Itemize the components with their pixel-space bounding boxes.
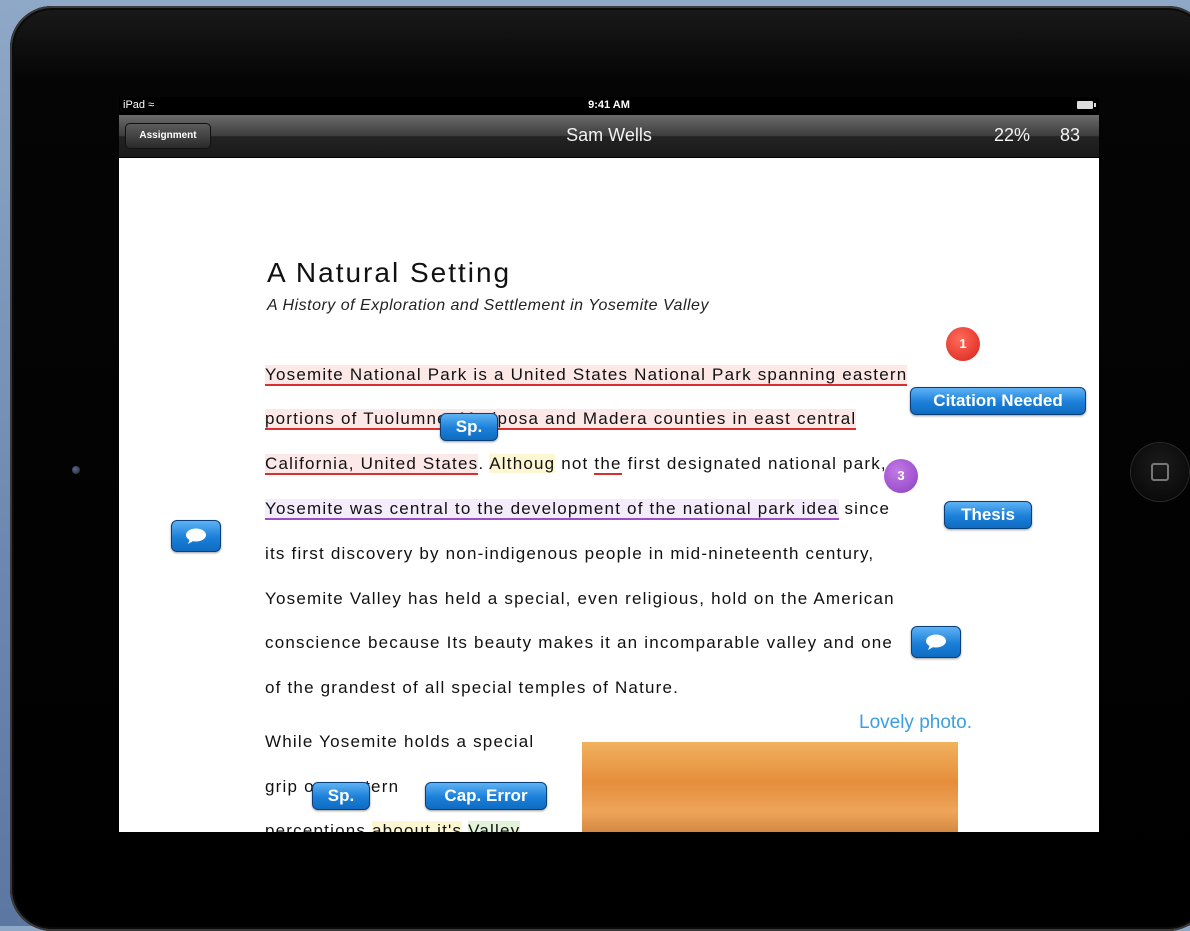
yosemite-photo bbox=[582, 742, 958, 832]
clock: 9:41 AM bbox=[588, 99, 630, 111]
document-title: A Natural Setting bbox=[267, 257, 512, 288]
spelling-highlight[interactable]: aboout it's bbox=[372, 821, 463, 832]
photo-comment[interactable]: Lovely photo. bbox=[859, 712, 972, 734]
document-subtitle: A History of Exploration and Settlement … bbox=[267, 297, 709, 314]
score-label: 83 bbox=[1060, 125, 1081, 145]
camera-icon bbox=[72, 466, 80, 474]
student-name: Sam Wells bbox=[566, 125, 652, 145]
cap-error-tag[interactable]: Cap. Error bbox=[425, 782, 547, 810]
error-underline[interactable]: the bbox=[594, 454, 622, 475]
percent-label: 22% bbox=[994, 125, 1031, 145]
thesis-highlight[interactable]: Yosemite was central to the development … bbox=[265, 499, 839, 520]
speech-bubble-icon bbox=[186, 528, 206, 544]
text-line: of the grandest of all special temples o… bbox=[265, 678, 680, 697]
text-line: conscience because Its beauty makes it a… bbox=[265, 633, 894, 652]
status-bar: iPad ≈ 9:41 AM bbox=[119, 97, 1099, 115]
text-line: Yosemite National Park is a United State… bbox=[265, 365, 908, 386]
comment-bubble-button[interactable] bbox=[911, 626, 961, 658]
add-comment-button[interactable] bbox=[171, 520, 221, 552]
speech-bubble-icon bbox=[926, 634, 946, 650]
text-line: portions of Tuolumne, Mariposa and Mader… bbox=[265, 409, 857, 430]
cap-highlight[interactable]: Valley bbox=[468, 821, 521, 832]
text-line: Yosemite Valley has held a special, even… bbox=[265, 589, 895, 608]
home-button[interactable] bbox=[1131, 443, 1189, 501]
document-area: A Natural Setting A History of Explorati… bbox=[119, 157, 1099, 832]
spelling-highlight[interactable]: Althoug bbox=[489, 454, 556, 473]
spelling-tag[interactable]: Sp. bbox=[312, 782, 370, 810]
spelling-tag[interactable]: Sp. bbox=[440, 413, 498, 441]
citation-highlight[interactable]: California, United States bbox=[265, 454, 479, 475]
text-line: California, United States. Althoug not t… bbox=[265, 454, 887, 475]
citation-highlight[interactable]: Yosemite National Park is a United State… bbox=[265, 365, 908, 386]
battery-icon bbox=[1077, 101, 1096, 109]
text-line: Yosemite was central to the development … bbox=[265, 499, 891, 520]
comment-count-badge[interactable]: 1 bbox=[946, 327, 980, 361]
home-button-icon bbox=[1151, 463, 1169, 481]
text-line: its first discovery by non-indigenous pe… bbox=[265, 544, 875, 563]
screen: iPad ≈ 9:41 AM Assignment Sam Wells 22% … bbox=[119, 97, 1099, 832]
text-line: perceptions aboout it's Valley bbox=[265, 821, 521, 832]
text-line: While Yosemite holds a special bbox=[265, 732, 535, 751]
comment-count-badge[interactable]: 3 bbox=[884, 459, 918, 493]
thesis-tag[interactable]: Thesis bbox=[944, 501, 1032, 529]
citation-highlight[interactable]: portions of Tuolumne, Mariposa and Mader… bbox=[265, 409, 857, 430]
nav-bar: Assignment Sam Wells 22% 83 bbox=[119, 115, 1099, 158]
citation-needed-tag[interactable]: Citation Needed bbox=[910, 387, 1086, 415]
